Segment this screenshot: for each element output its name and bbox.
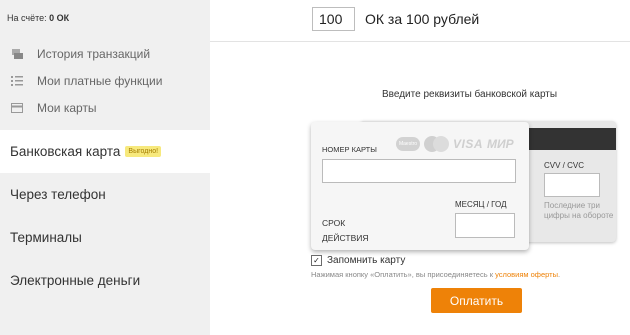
menu-item-label: История транзакций: [37, 46, 151, 61]
balance: На счёте: 0 ОК: [7, 13, 69, 23]
card-number-input[interactable]: [322, 159, 516, 183]
payment-methods: Банковская карта Выгодно! Через телефон …: [0, 130, 210, 302]
remember-card-label: Запомнить карту: [327, 255, 406, 266]
card-form-prompt: Введите реквизиты банковской карты: [382, 89, 558, 100]
payment-method-phone[interactable]: Через телефон: [0, 173, 210, 216]
remember-card[interactable]: ✓ Запомнить карту: [311, 255, 405, 266]
payment-method-e-money[interactable]: Электронные деньги: [0, 259, 210, 302]
remember-card-checkbox[interactable]: ✓: [311, 255, 322, 266]
pay-button[interactable]: Оплатить: [431, 288, 522, 313]
maestro-logo: Maestro: [396, 137, 420, 151]
history-icon: [10, 48, 24, 60]
menu-item-my-cards[interactable]: Мои карты: [10, 94, 162, 121]
expiry-input[interactable]: [455, 213, 515, 238]
menu-item-label: Мои карты: [37, 100, 97, 115]
payment-method-label: Терминалы: [10, 230, 82, 245]
expiry-month-year-label: МЕСЯЦ / ГОД: [455, 200, 507, 209]
promo-badge: Выгодно!: [125, 146, 162, 157]
expiry-label: СРОК ДЕЙСТВИЯ: [322, 218, 369, 243]
mir-logo: МИР: [487, 137, 514, 151]
amount-label: ОК за 100 рублей: [365, 11, 480, 27]
card-logos: Maestro VISA МИР: [396, 136, 514, 152]
payment-method-bank-card[interactable]: Банковская карта Выгодно!: [0, 130, 210, 173]
menu-item-paid-features[interactable]: Мои платные функции: [10, 67, 162, 94]
terms-text: Нажимая кнопку «Оплатить», вы присоединя…: [311, 270, 561, 279]
cvv-input[interactable]: [544, 173, 600, 197]
offer-terms-link[interactable]: условиям оферты: [495, 270, 558, 279]
visa-logo: VISA: [453, 137, 484, 151]
balance-label: На счёте:: [7, 13, 47, 23]
list-icon: [10, 75, 24, 87]
payment-method-label: Через телефон: [10, 187, 106, 202]
amount-input[interactable]: [312, 7, 355, 31]
mastercard-logo: [424, 136, 449, 152]
payment-method-label: Банковская карта: [10, 144, 121, 159]
cvv-label: CVV / CVC: [544, 161, 585, 170]
card-icon: [10, 102, 24, 114]
menu-item-history[interactable]: История транзакций: [10, 40, 162, 67]
card-front: НОМЕР КАРТЫ Maestro VISA МИР МЕСЯЦ / ГОД…: [311, 122, 529, 250]
cvv-hint: Последние три цифры на обороте: [544, 201, 614, 220]
account-menu: История транзакций Мои платные функции М…: [10, 40, 162, 121]
payment-method-label: Электронные деньги: [10, 273, 141, 288]
balance-value: 0 ОК: [49, 13, 70, 23]
payment-method-terminals[interactable]: Терминалы: [0, 216, 210, 259]
menu-item-label: Мои платные функции: [37, 73, 163, 88]
card-number-label: НОМЕР КАРТЫ: [322, 145, 377, 154]
sidebar: На счёте: 0 ОК История транзакций Мои пл…: [0, 0, 210, 335]
